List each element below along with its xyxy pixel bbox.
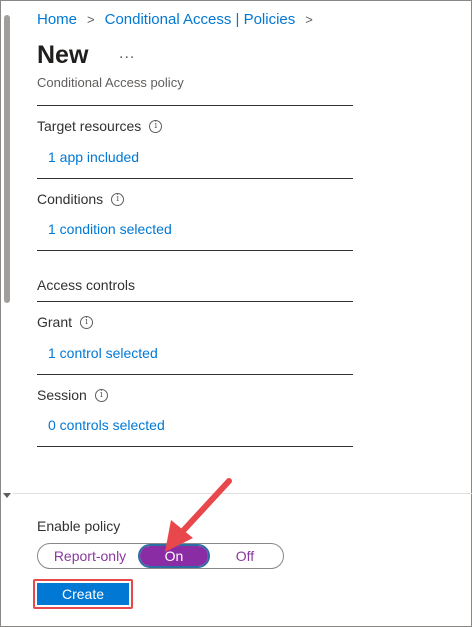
section-divider (37, 178, 353, 179)
section-divider (37, 105, 353, 106)
session-label: Session i (37, 387, 108, 403)
toggle-off[interactable]: Off (224, 544, 266, 568)
breadcrumb-chevron-icon: > (305, 12, 313, 27)
session-link[interactable]: 0 controls selected (48, 417, 165, 433)
info-icon[interactable]: i (149, 119, 163, 133)
grant-link[interactable]: 1 control selected (48, 345, 158, 361)
more-options-icon[interactable]: ... (119, 45, 135, 63)
breadcrumb-chevron-icon: > (87, 12, 95, 27)
create-button[interactable]: Create (37, 583, 129, 605)
info-icon[interactable]: i (111, 192, 125, 206)
scrollbar-thumb[interactable] (4, 15, 10, 303)
access-controls-heading: Access controls (37, 277, 136, 293)
footer-divider (13, 493, 472, 494)
info-icon[interactable]: i (80, 315, 94, 329)
section-divider (37, 446, 353, 447)
enable-policy-toggle: Report-only On Off (37, 543, 284, 569)
target-resources-link[interactable]: 1 app included (48, 149, 139, 165)
policy-blade: Home > Conditional Access | Policies > N… (0, 0, 472, 627)
page-title: New (37, 41, 89, 69)
grant-label: Grant i (37, 314, 94, 330)
section-divider (37, 374, 353, 375)
breadcrumb-home-link[interactable]: Home (37, 11, 77, 28)
section-divider (37, 301, 353, 302)
info-icon[interactable]: i (94, 388, 108, 402)
target-resources-label: Target resources i (37, 118, 163, 134)
page-subtitle: Conditional Access policy (37, 75, 184, 90)
section-divider (37, 250, 353, 251)
breadcrumb: Home > Conditional Access | Policies > (37, 11, 323, 28)
conditions-label: Conditions i (37, 191, 125, 207)
toggle-report-only[interactable]: Report-only (50, 544, 130, 568)
toggle-on[interactable]: On (138, 544, 210, 568)
conditions-link[interactable]: 1 condition selected (48, 221, 172, 237)
enable-policy-label: Enable policy (37, 518, 121, 534)
scroll-down-arrow-icon[interactable] (3, 493, 11, 498)
breadcrumb-policies-link[interactable]: Conditional Access | Policies (105, 11, 296, 28)
